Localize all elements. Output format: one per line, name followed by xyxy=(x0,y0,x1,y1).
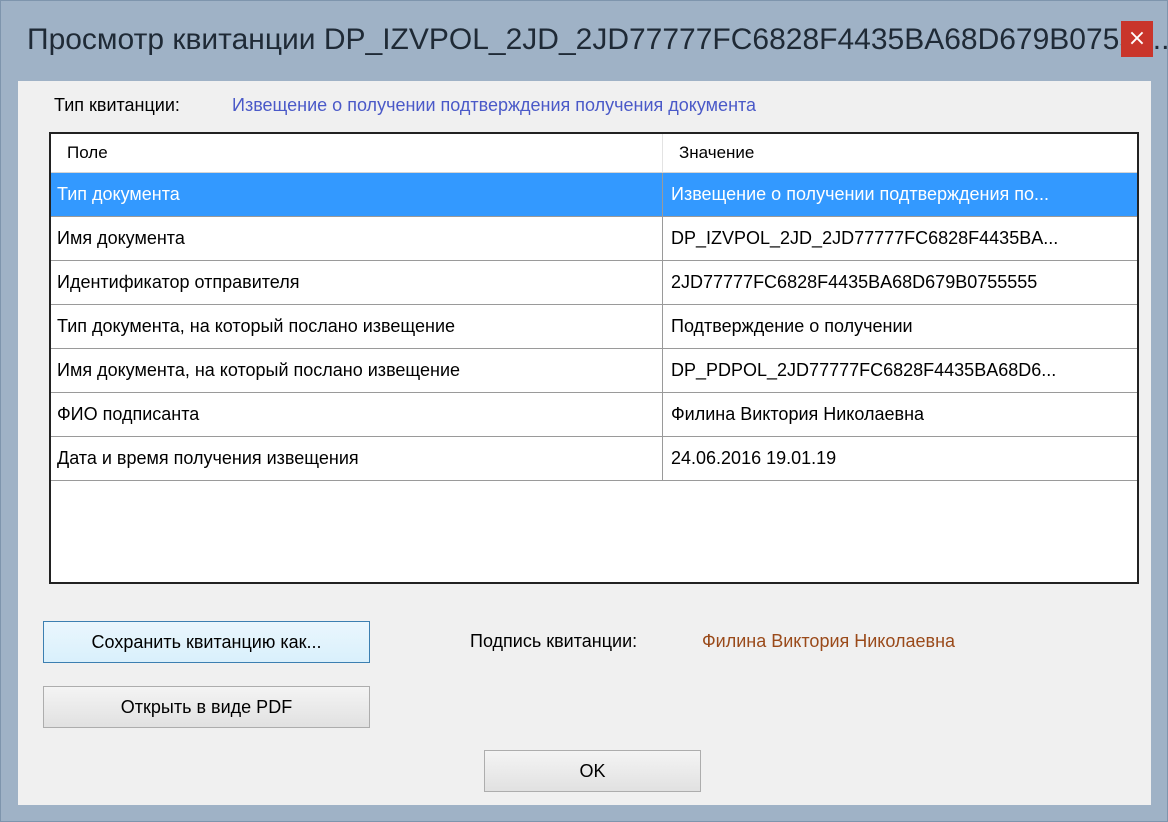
receipt-type-label: Тип квитанции: xyxy=(54,95,180,115)
value-cell: 2JD77777FC6828F4435BA68D679B0755555 xyxy=(671,272,1038,292)
column-header-value[interactable]: Значение xyxy=(663,134,1137,172)
close-icon: × xyxy=(1127,26,1147,51)
table-row[interactable]: ФИО подписанта Филина Виктория Николаевн… xyxy=(51,393,1137,437)
table-header: Поле Значение xyxy=(51,134,1137,173)
table-row[interactable]: Имя документа DP_IZVPOL_2JD_2JD77777FC68… xyxy=(51,217,1137,261)
value-cell: DP_PDPOL_2JD77777FC6828F4435BA68D6... xyxy=(671,360,1057,380)
value-cell: 24.06.2016 19.01.19 xyxy=(671,448,837,468)
receipt-viewer-window: Просмотр квитанции DP_IZVPOL_2JD_2JD7777… xyxy=(0,0,1168,822)
save-receipt-as-button[interactable]: Сохранить квитанцию как... xyxy=(43,621,370,663)
table-row[interactable]: Дата и время получения извещения 24.06.2… xyxy=(51,437,1137,481)
ok-button[interactable]: OK xyxy=(484,750,701,792)
field-cell: Тип документа, на который послано извеще… xyxy=(51,305,663,348)
table-row[interactable]: Тип документа, на который послано извеще… xyxy=(51,305,1137,349)
open-as-pdf-button[interactable]: Открыть в виде PDF xyxy=(43,686,370,728)
window-title: Просмотр квитанции DP_IZVPOL_2JD_2JD7777… xyxy=(27,23,1168,56)
table-row[interactable]: Имя документа, на который послано извеще… xyxy=(51,349,1137,393)
title-bar[interactable]: Просмотр квитанции DP_IZVPOL_2JD_2JD7777… xyxy=(1,1,1168,81)
dialog-body: Тип квитанции: Извещение о получении под… xyxy=(18,81,1151,805)
field-cell: Дата и время получения извещения xyxy=(51,437,663,480)
receipt-signature-label: Подпись квитанции: xyxy=(470,631,638,651)
field-cell: Имя документа xyxy=(51,217,663,260)
table-row[interactable]: Идентификатор отправителя 2JD77777FC6828… xyxy=(51,261,1137,305)
field-cell: Имя документа, на который послано извеще… xyxy=(51,349,663,392)
table-row[interactable]: Тип документа Извещение о получении подт… xyxy=(51,173,1137,217)
value-cell: DP_IZVPOL_2JD_2JD77777FC6828F4435BA... xyxy=(671,228,1059,248)
field-cell: Идентификатор отправителя xyxy=(51,261,663,304)
field-cell: ФИО подписанта xyxy=(51,393,663,436)
receipt-fields-table[interactable]: Поле Значение Тип документа Извещение о … xyxy=(49,132,1139,584)
value-cell: Филина Виктория Николаевна xyxy=(671,404,925,424)
receipt-signature-value: Филина Виктория Николаевна xyxy=(702,631,956,651)
value-cell: Подтверждение о получении xyxy=(671,316,913,336)
receipt-type-value: Извещение о получении подтверждения полу… xyxy=(232,95,757,115)
field-cell: Тип документа xyxy=(51,173,663,216)
close-button[interactable]: × xyxy=(1121,21,1153,57)
value-cell: Извещение о получении подтверждения по..… xyxy=(671,184,1050,204)
column-header-field[interactable]: Поле xyxy=(51,134,663,172)
